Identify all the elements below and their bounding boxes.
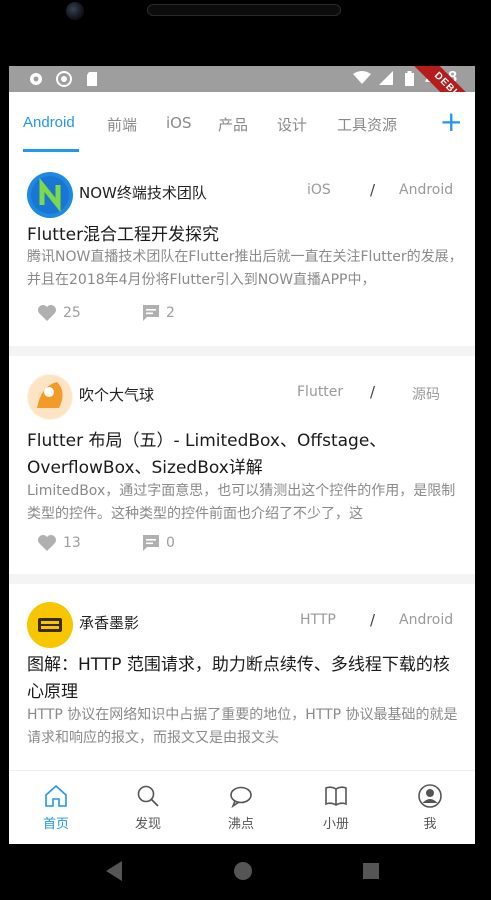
- author-name[interactable]: NOW终端技术团队: [79, 182, 207, 203]
- chat-bubble-icon: [230, 786, 252, 809]
- settings-icon: [27, 70, 45, 88]
- nav-label: 小册: [322, 817, 349, 832]
- article-title[interactable]: Flutter混合工程开发探究: [27, 222, 463, 249]
- nav-discover[interactable]: 发现: [113, 783, 183, 832]
- article-tag[interactable]: Android: [399, 612, 453, 628]
- article-card[interactable]: NOW终端技术团队 iOS / Android Flutter混合工程开发探究 …: [9, 154, 475, 346]
- sd-card-icon: [83, 70, 101, 88]
- comment-count: 0: [166, 535, 175, 551]
- article-summary[interactable]: 腾讯NOW直播技术团队在Flutter推出后就一直在关注Flutter的发展，并…: [27, 246, 467, 292]
- article-title[interactable]: Flutter 布局（五）- LimitedBox、Offstage、Overf…: [27, 428, 463, 482]
- tab-ios[interactable]: iOS: [166, 114, 192, 132]
- home-icon: [45, 784, 67, 807]
- article-tag[interactable]: 源码: [412, 384, 440, 404]
- tab-tools[interactable]: 工具资源: [337, 114, 397, 135]
- avatar[interactable]: [27, 172, 73, 218]
- tab-design[interactable]: 设计: [277, 114, 307, 135]
- nav-books[interactable]: 小册: [301, 783, 371, 832]
- nav-label: 我: [423, 817, 437, 832]
- article-tag[interactable]: Android: [399, 182, 453, 198]
- avatar[interactable]: [27, 602, 73, 648]
- recents-icon[interactable]: [362, 862, 380, 880]
- nav-label: 沸点: [227, 817, 254, 832]
- comment-button[interactable]: 2: [142, 304, 175, 322]
- front-camera: [66, 2, 84, 20]
- heart-icon: [38, 305, 56, 321]
- like-count: 13: [63, 535, 81, 551]
- tab-android[interactable]: Android: [23, 114, 75, 131]
- signal-icon: [377, 69, 395, 87]
- avatar[interactable]: [27, 374, 73, 420]
- earpiece-speaker: [147, 4, 341, 16]
- article-tag[interactable]: HTTP: [300, 612, 336, 628]
- app-screen: 2:18 DEBUG Android 前端 iOS 产品 设计 工具资源 + N…: [9, 66, 475, 844]
- article-feed[interactable]: NOW终端技术团队 iOS / Android Flutter混合工程开发探究 …: [9, 154, 475, 770]
- nav-pins[interactable]: 沸点: [206, 783, 276, 832]
- back-icon[interactable]: [104, 860, 124, 882]
- comment-count: 2: [166, 305, 175, 321]
- active-tab-indicator: [23, 149, 79, 152]
- author-name[interactable]: 吹个大气球: [79, 384, 154, 405]
- author-name[interactable]: 承香墨影: [79, 612, 139, 633]
- comment-icon: [143, 535, 159, 551]
- device-top-bezel: [0, 0, 491, 66]
- nav-home[interactable]: 首页: [21, 783, 91, 832]
- tab-product[interactable]: 产品: [218, 114, 248, 135]
- article-tag[interactable]: iOS: [307, 182, 331, 198]
- bottom-navigation: 首页 发现 沸点 小册 我: [9, 770, 475, 844]
- heart-icon: [38, 535, 56, 551]
- tab-frontend[interactable]: 前端: [107, 114, 137, 135]
- like-button[interactable]: 25: [37, 304, 81, 322]
- nav-label: 首页: [42, 817, 69, 832]
- book-icon: [325, 786, 347, 806]
- comment-button[interactable]: 0: [142, 534, 175, 552]
- nav-label: 发现: [134, 817, 161, 832]
- article-summary[interactable]: LimitedBox，通过字面意思，也可以猜测出这个控件的作用，是限制类型的控件…: [27, 480, 467, 526]
- app-notification-icon: [55, 70, 73, 88]
- home-button-icon[interactable]: [232, 860, 254, 882]
- tag-separator: /: [370, 181, 376, 199]
- category-tab-bar: Android 前端 iOS 产品 设计 工具资源 +: [9, 92, 475, 154]
- battery-icon: [401, 69, 419, 87]
- status-bar: 2:18 DEBUG: [9, 66, 475, 135]
- article-tag[interactable]: Flutter: [297, 384, 343, 400]
- article-card[interactable]: 承香墨影 HTTP / Android 图解：HTTP 范围请求，助力断点续传、…: [9, 584, 475, 770]
- system-navigation-bar: [0, 844, 491, 900]
- comment-icon: [143, 305, 159, 321]
- like-button[interactable]: 13: [37, 534, 81, 552]
- like-count: 25: [63, 305, 81, 321]
- wifi-icon: [352, 69, 371, 87]
- article-card[interactable]: 吹个大气球 Flutter / 源码 Flutter 布局（五）- Limite…: [9, 356, 475, 574]
- add-tab-button[interactable]: +: [440, 108, 463, 136]
- nav-me[interactable]: 我: [395, 783, 465, 832]
- article-summary[interactable]: HTTP 协议在网络知识中占据了重要的地位，HTTP 协议最基础的就是请求和响应…: [27, 704, 467, 750]
- tag-separator: /: [370, 383, 376, 401]
- tag-separator: /: [370, 611, 376, 629]
- user-icon: [418, 784, 442, 808]
- search-icon: [137, 785, 159, 807]
- article-title[interactable]: 图解：HTTP 范围请求，助力断点续传、多线程下载的核心原理: [27, 652, 463, 706]
